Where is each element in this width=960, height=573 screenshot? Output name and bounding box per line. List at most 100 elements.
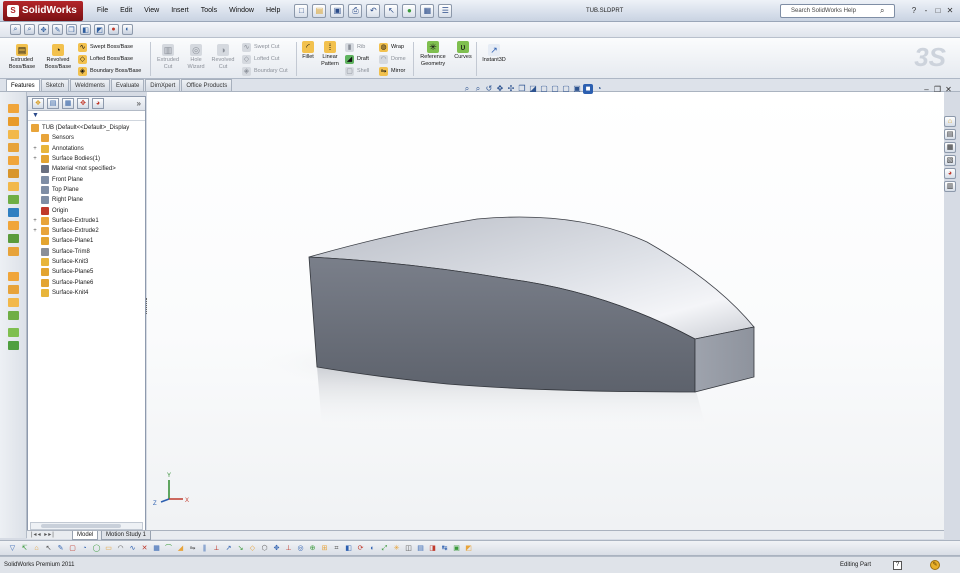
wireframe-icon[interactable]: ▢ xyxy=(539,84,549,94)
mirror-button[interactable]: ⇋ Mirror xyxy=(379,65,405,77)
view-orientation-icon[interactable]: ❐ xyxy=(66,24,77,35)
tab-evaluate[interactable]: Evaluate xyxy=(110,79,145,91)
tree-item[interactable]: Sensors xyxy=(28,133,145,143)
revolve-tool-icon[interactable] xyxy=(8,117,19,126)
extruded-cut-button[interactable]: ▥ Extruded Cut xyxy=(153,44,183,71)
sketch-tool-icon[interactable]: ✳ xyxy=(392,544,401,553)
sketch-tool-icon[interactable]: ↘ xyxy=(236,544,245,553)
search-icon[interactable]: ⌕ xyxy=(880,6,884,16)
knit-tool-icon[interactable] xyxy=(8,285,19,294)
linear-pattern-button[interactable]: ⁞ Linear Pattern xyxy=(318,41,342,68)
trim-tool-icon[interactable] xyxy=(8,298,19,307)
sketch-tool-icon[interactable]: ◨ xyxy=(428,544,437,553)
menu-view[interactable]: View xyxy=(138,0,165,22)
help-icon[interactable]: ? xyxy=(908,0,920,22)
lofted-cut-button[interactable]: ◇ Lofted Cut xyxy=(242,53,279,65)
display-style-icon[interactable]: ◪ xyxy=(528,84,538,94)
save-icon[interactable]: ▣ xyxy=(330,3,345,18)
filter-icon[interactable]: ▼ xyxy=(28,111,145,121)
appearance-icon[interactable]: ● xyxy=(108,24,119,35)
configuration-manager-icon[interactable]: ▦ xyxy=(62,98,74,109)
reference-tool-icon[interactable] xyxy=(8,328,19,337)
shaded-with-edges-icon[interactable]: ▣ xyxy=(572,84,582,94)
sketch-tool-icon[interactable]: ⌂ xyxy=(32,544,41,553)
tree-item[interactable]: Front Plane xyxy=(28,174,145,184)
horizontal-scrollbar[interactable] xyxy=(30,522,143,530)
dynamic-annotation-icon[interactable]: ✣ xyxy=(506,84,516,94)
status-help-icon[interactable]: ? xyxy=(893,561,902,570)
sketch-tool-icon[interactable]: ◠ xyxy=(116,544,125,553)
search-help-input[interactable]: Search SolidWorks Help xyxy=(780,4,895,18)
sketch-tool-icon[interactable]: ∿ xyxy=(128,544,137,553)
tab-scroll-arrows-icon[interactable]: |◂◂ ▸▸| xyxy=(31,531,55,539)
menu-tools[interactable]: Tools xyxy=(195,0,223,22)
sketch-tool-icon[interactable]: ◫ xyxy=(404,544,413,553)
boundary-tool-icon[interactable] xyxy=(8,156,19,165)
minimize-icon[interactable]: - xyxy=(920,0,932,22)
revolved-boss-button[interactable]: ◔ Revolved Boss/Base xyxy=(42,44,74,71)
menu-file[interactable]: File xyxy=(91,0,114,22)
swept-cut-button[interactable]: ∿ Swept Cut xyxy=(242,41,279,53)
tree-item[interactable]: Top Plane xyxy=(28,185,145,195)
menu-window[interactable]: Window xyxy=(223,0,260,22)
instant3d-button[interactable]: ↗ Instant3D xyxy=(478,44,510,64)
sketch-tool-icon[interactable]: ⟳ xyxy=(356,544,365,553)
file-explorer-icon[interactable]: ▦ xyxy=(944,142,956,153)
scene-icon[interactable]: ◐ xyxy=(122,24,133,35)
open-folder-icon[interactable]: ▤ xyxy=(312,3,327,18)
feature-manager-tree-icon[interactable]: ❖ xyxy=(32,98,44,109)
curves-button[interactable]: ʋ Curves xyxy=(451,41,475,61)
tree-item[interactable]: Surface-Plane6 xyxy=(28,277,145,287)
sketch-tool-icon[interactable]: ↸ xyxy=(20,544,29,553)
solidworks-resources-icon[interactable]: ⌂ xyxy=(944,116,956,127)
print-icon[interactable]: ⎙ xyxy=(348,3,363,18)
hole-wizard-button[interactable]: ◎ Hole Wizard xyxy=(183,44,209,71)
sketch-tool-icon[interactable]: ✥ xyxy=(272,544,281,553)
tab-features[interactable]: Features xyxy=(6,79,40,91)
scene-icon[interactable]: ◔ xyxy=(594,84,604,94)
options-icon[interactable]: ☰ xyxy=(438,3,453,18)
doc-restore-icon[interactable]: ❐ xyxy=(932,85,943,94)
surface-tool-icon[interactable] xyxy=(8,272,19,281)
display-manager-icon[interactable]: ◕ xyxy=(92,98,104,109)
hidden-lines-removed-icon[interactable]: ▢ xyxy=(561,84,571,94)
sketch-tool-icon[interactable]: ⊥ xyxy=(284,544,293,553)
maximize-icon[interactable]: □ xyxy=(932,0,944,22)
sketch-tool-icon[interactable]: ▣ xyxy=(452,544,461,553)
sketch-tool-icon[interactable]: ◔ xyxy=(80,544,89,553)
draft-tool-icon[interactable] xyxy=(8,195,19,204)
sketch-tool-icon[interactable]: ↹ xyxy=(440,544,449,553)
tree-item[interactable]: Surface-Plane1 xyxy=(28,236,145,246)
fillet-button[interactable]: ◜ Fillet xyxy=(298,41,318,61)
rib-tool-icon[interactable] xyxy=(8,221,19,230)
cut-tool-icon[interactable] xyxy=(8,169,19,178)
draft-button[interactable]: ◢ Draft xyxy=(345,53,369,65)
tree-root[interactable]: TUB (Default<<Default>_Display xyxy=(28,123,145,133)
dome-button[interactable]: ◠ Dome xyxy=(379,53,406,65)
view-orientation-icon[interactable]: ❐ xyxy=(517,84,527,94)
previous-view-icon[interactable]: ↺ xyxy=(484,84,494,94)
menu-edit[interactable]: Edit xyxy=(114,0,138,22)
tree-expand-icon[interactable]: + xyxy=(32,154,38,164)
shell-button[interactable]: ▢ Shell xyxy=(345,65,369,77)
mirror-tool-icon[interactable] xyxy=(8,247,19,256)
pattern-tool-icon[interactable] xyxy=(8,234,19,243)
shell-tool-icon[interactable] xyxy=(8,208,19,217)
model-view[interactable]: Y X Z xyxy=(147,92,944,530)
close-icon[interactable]: ✕ xyxy=(944,0,956,22)
sketch-tool-icon[interactable]: ⬡ xyxy=(260,544,269,553)
tree-item[interactable]: Surface-Plane5 xyxy=(28,267,145,277)
reference-geometry-button[interactable]: ✳ Reference Geometry xyxy=(416,41,450,68)
tab-office-products[interactable]: Office Products xyxy=(181,79,233,91)
curve-tool-icon[interactable] xyxy=(8,341,19,350)
tree-item[interactable]: Surface-Knit4 xyxy=(28,288,145,298)
sketch-tool-icon[interactable]: ∥ xyxy=(200,544,209,553)
tree-item[interactable]: + Surface-Extrude1 xyxy=(28,216,145,226)
tree-item[interactable]: + Annotations xyxy=(28,144,145,154)
extrude-tool-icon[interactable] xyxy=(8,104,19,113)
tree-expand-icon[interactable]: + xyxy=(32,144,38,154)
loft-tool-icon[interactable] xyxy=(8,143,19,152)
tab-motion-study-1[interactable]: Motion Study 1 xyxy=(101,531,152,540)
property-manager-icon[interactable]: ▤ xyxy=(47,98,59,109)
display-style-icon[interactable]: ◧ xyxy=(80,24,91,35)
